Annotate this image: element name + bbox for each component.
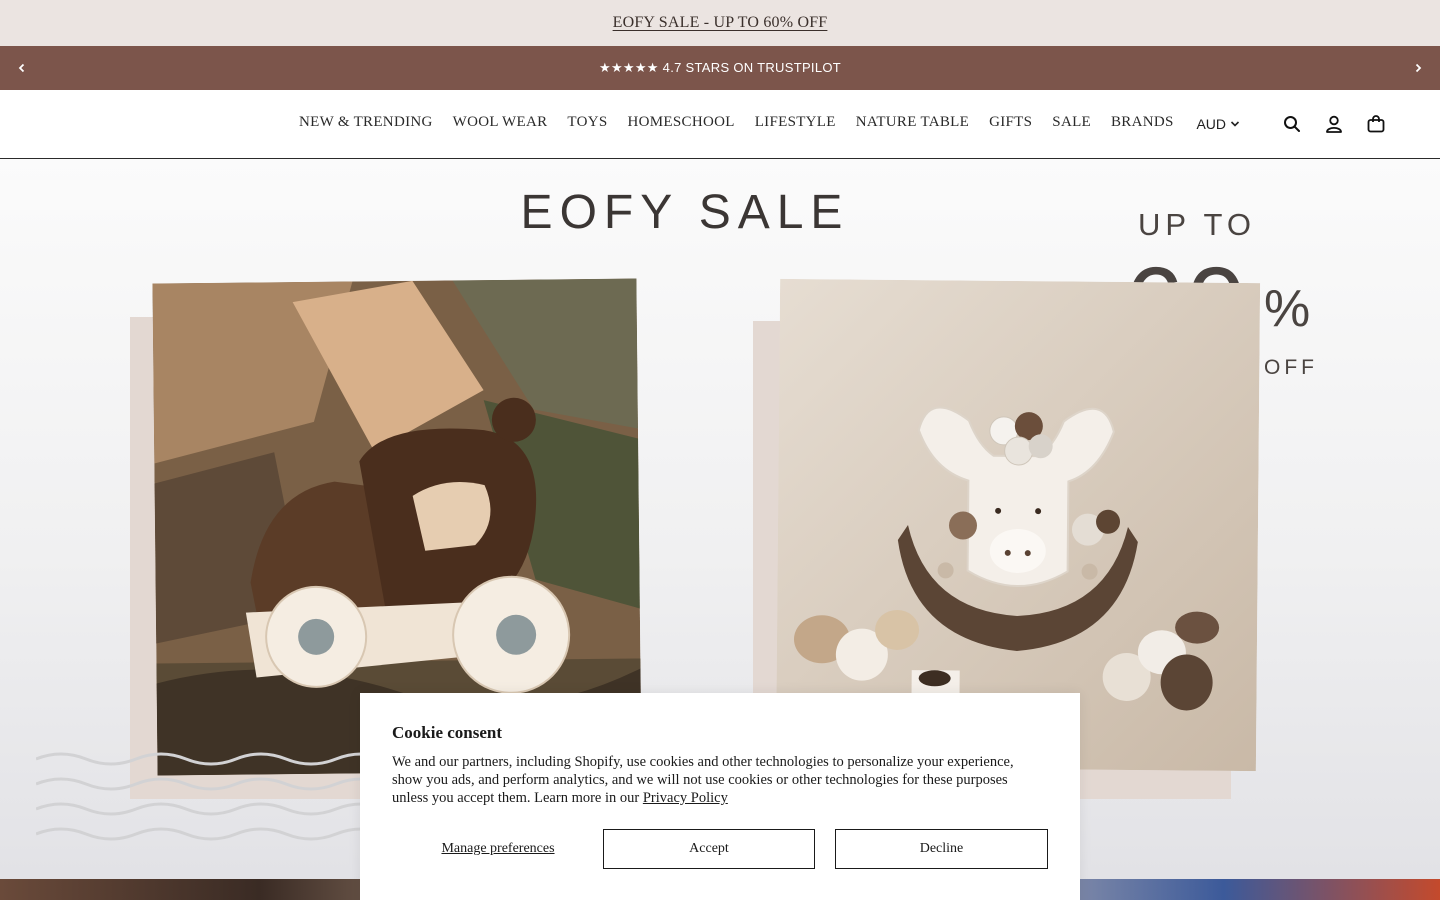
nav-item-homeschool[interactable]: HOMESCHOOL [628,114,735,131]
nav-item-toys[interactable]: TOYS [567,114,607,131]
decline-button[interactable]: Decline [835,829,1048,869]
chevron-down-icon [1230,116,1240,132]
cookie-actions: Manage preferences Accept Decline [392,829,1048,869]
chevron-right-icon[interactable] [1408,58,1428,78]
currency-selector[interactable]: AUD [1196,116,1240,132]
hero-up-to: UP TO [1138,207,1257,242]
announcement-link[interactable]: EOFY SALE - UP TO 60% OFF [613,14,828,32]
hero-off: OFF [1264,356,1318,379]
nav-item-new-trending[interactable]: NEW & TRENDING [299,114,433,131]
nav-item-nature-table[interactable]: NATURE TABLE [856,114,969,131]
privacy-policy-link[interactable]: Privacy Policy [643,790,728,806]
header-actions: AUD [1196,104,1388,144]
hero-percent-sign: % [1264,280,1311,338]
cookie-body: We and our partners, including Shopify, … [392,753,1042,807]
main-nav: NEW & TRENDING WOOL WEAR TOYS HOMESCHOOL… [289,90,1184,154]
accept-button[interactable]: Accept [603,829,815,869]
nav-item-wool-wear[interactable]: WOOL WEAR [453,114,548,131]
cookie-consent-dialog: Cookie consent We and our partners, incl… [360,693,1080,900]
manage-preferences-link[interactable]: Manage preferences [392,829,604,869]
decorative-waves [36,752,387,841]
currency-label: AUD [1196,116,1226,132]
trustpilot-text: ★★★★★ 4.7 STARS ON TRUSTPILOT [598,60,842,75]
trustpilot-bar: ★★★★★ 4.7 STARS ON TRUSTPILOT [0,46,1440,90]
nav-item-sale[interactable]: SALE [1052,114,1091,131]
account-icon[interactable] [1322,112,1346,136]
cart-icon[interactable] [1364,112,1388,136]
nav-item-brands[interactable]: BRANDS [1111,114,1174,131]
search-icon[interactable] [1280,112,1304,136]
nav-item-lifestyle[interactable]: LIFESTYLE [755,114,836,131]
chevron-left-icon[interactable] [12,58,32,78]
nav-item-gifts[interactable]: GIFTS [989,114,1032,131]
cookie-title: Cookie consent [392,723,503,742]
site-header: NEW & TRENDING WOOL WEAR TOYS HOMESCHOOL… [0,90,1440,159]
announcement-bar: EOFY SALE - UP TO 60% OFF [0,0,1440,46]
